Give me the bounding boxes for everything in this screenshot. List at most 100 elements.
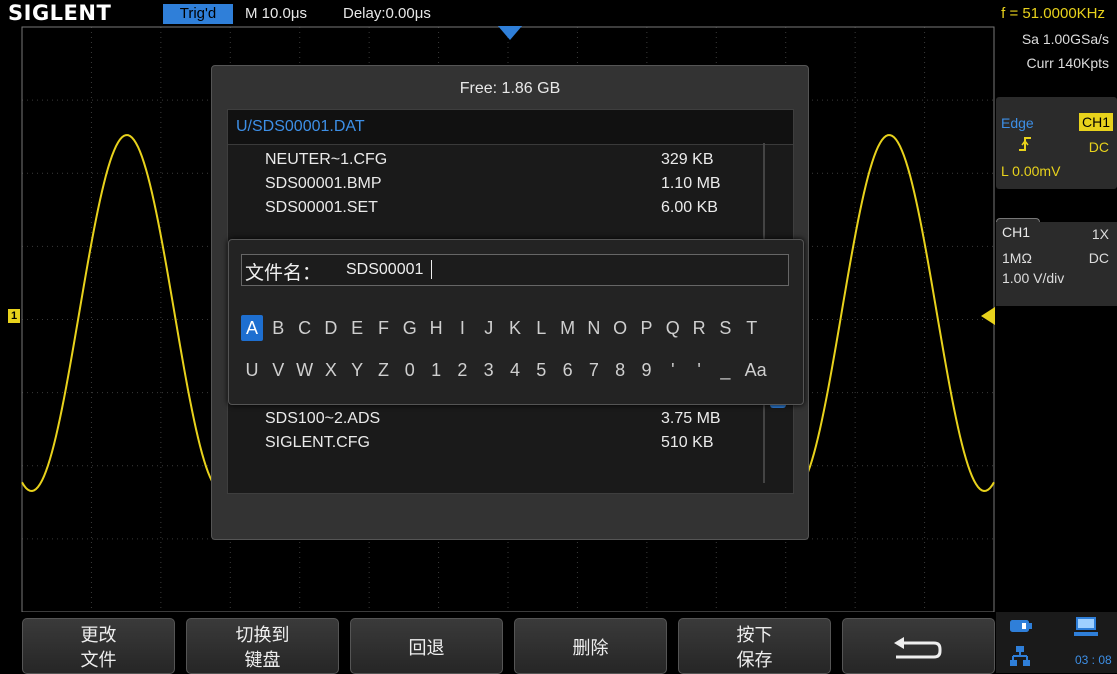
trigger-coupling: DC bbox=[1088, 139, 1109, 155]
key-w[interactable]: W bbox=[294, 357, 316, 383]
key-2[interactable]: 2 bbox=[451, 357, 473, 383]
key-g[interactable]: G bbox=[399, 315, 421, 341]
key-p[interactable]: P bbox=[636, 315, 658, 341]
file-size: 1.10 MB bbox=[661, 175, 721, 192]
key-t[interactable]: T bbox=[741, 315, 763, 341]
key-o[interactable]: O bbox=[609, 315, 631, 341]
key-d[interactable]: D bbox=[320, 315, 342, 341]
filename-input[interactable] bbox=[241, 254, 789, 286]
filename-value: SDS00001 bbox=[346, 261, 424, 278]
file-size: 6.00 KB bbox=[661, 199, 718, 216]
frequency-readout: f = 51.0000KHz bbox=[1001, 5, 1105, 22]
key-j[interactable]: J bbox=[478, 315, 500, 341]
key-8[interactable]: 8 bbox=[609, 357, 631, 383]
monitor-icon bbox=[1074, 617, 1098, 636]
softkey-1[interactable]: 切换到 键盘 bbox=[186, 618, 339, 674]
key-9[interactable]: 9 bbox=[636, 357, 658, 383]
trigger-type: Edge bbox=[1001, 115, 1034, 131]
key-h[interactable]: H bbox=[425, 315, 447, 341]
memory-depth: Curr 140Kpts bbox=[1026, 55, 1109, 71]
key-aa[interactable]: Aa bbox=[741, 357, 771, 383]
ch1-ground-marker[interactable]: 1 bbox=[8, 309, 20, 323]
key-z[interactable]: Z bbox=[373, 357, 395, 383]
file-row[interactable]: SDS00001.SET 6.00 KB bbox=[241, 197, 761, 221]
trigger-status-badge: Trig'd bbox=[163, 4, 233, 24]
key-u[interactable]: U bbox=[241, 357, 263, 383]
timebase-label[interactable]: M 10.0μs bbox=[245, 4, 307, 24]
key-m[interactable]: M bbox=[557, 315, 579, 341]
channel-coupling: DC bbox=[1088, 250, 1109, 266]
file-name: SDS100~2.ADS bbox=[265, 410, 381, 427]
ch1-panel[interactable]: CH1 1X 1MΩ DC 1.00 V/div bbox=[996, 222, 1117, 306]
key-q[interactable]: Q bbox=[662, 315, 684, 341]
key-l[interactable]: L bbox=[530, 315, 552, 341]
key-underscore[interactable]: _ bbox=[714, 357, 736, 383]
network-icon bbox=[1010, 646, 1030, 666]
softkey-label-2: 文件 bbox=[80, 650, 117, 670]
virtual-keyboard-popup: 文件名： SDS00001 ABCDEFGHIJKLMNOPQRST UVWXYZ… bbox=[228, 239, 804, 405]
key-a[interactable]: A bbox=[241, 315, 263, 341]
file-name: SDS00001.BMP bbox=[265, 175, 382, 192]
key-x[interactable]: X bbox=[320, 357, 342, 383]
key-f[interactable]: F bbox=[373, 315, 395, 341]
softkey-label-1: 更改 bbox=[80, 625, 117, 645]
key-k[interactable]: K bbox=[504, 315, 526, 341]
key-5[interactable]: 5 bbox=[530, 357, 552, 383]
file-size: 510 KB bbox=[661, 434, 714, 451]
file-name: NEUTER~1.CFG bbox=[265, 151, 388, 168]
softkey-4[interactable]: 按下 保存 bbox=[678, 618, 831, 674]
delay-label[interactable]: Delay:0.00μs bbox=[343, 4, 431, 24]
key-3[interactable]: 3 bbox=[478, 357, 500, 383]
filename-label: 文件名： bbox=[245, 263, 322, 284]
trigger-source: CH1 bbox=[1078, 113, 1113, 131]
softkey-0[interactable]: 更改 文件 bbox=[22, 618, 175, 674]
rising-edge-icon bbox=[1019, 137, 1031, 151]
key-r[interactable]: R bbox=[688, 315, 710, 341]
trigger-panel[interactable]: Edge CH1 DC L 0.00mV bbox=[996, 97, 1117, 189]
softkey-label: 回退 bbox=[408, 638, 445, 658]
back-button[interactable] bbox=[842, 618, 995, 674]
file-size: 3.75 MB bbox=[661, 410, 721, 427]
key-0[interactable]: 0 bbox=[399, 357, 421, 383]
free-space-label: Free: 1.86 GB bbox=[459, 80, 561, 97]
softkey-label-2: 保存 bbox=[736, 650, 773, 670]
key-apostrophe[interactable]: ' bbox=[688, 357, 710, 383]
file-row[interactable]: NEUTER~1.CFG 329 KB bbox=[241, 149, 761, 173]
file-row[interactable]: SIGLENT.CFG 510 KB bbox=[241, 432, 761, 456]
key-4[interactable]: 4 bbox=[504, 357, 526, 383]
current-path: U/SDS00001.DAT bbox=[228, 110, 793, 145]
input-impedance: 1MΩ bbox=[1002, 250, 1032, 266]
file-row[interactable]: SDS00001.BMP 1.10 MB bbox=[241, 173, 761, 197]
softkey-label-2: 键盘 bbox=[244, 650, 281, 670]
key-1[interactable]: 1 bbox=[425, 357, 447, 383]
file-name: SIGLENT.CFG bbox=[265, 434, 370, 451]
key-e[interactable]: E bbox=[346, 315, 368, 341]
file-size: 329 KB bbox=[661, 151, 714, 168]
key-b[interactable]: B bbox=[267, 315, 289, 341]
key-i[interactable]: I bbox=[451, 315, 473, 341]
softkey-label: 删除 bbox=[572, 638, 609, 658]
key-apostrophe[interactable]: ' bbox=[662, 357, 684, 383]
key-n[interactable]: N bbox=[583, 315, 605, 341]
trigger-level-marker-icon bbox=[981, 307, 995, 325]
key-7[interactable]: 7 bbox=[583, 357, 605, 383]
acquisition-panel: Sa 1.00GSa/s Curr 140Kpts bbox=[996, 27, 1117, 93]
key-v[interactable]: V bbox=[267, 357, 289, 383]
softkey-label-1: 按下 bbox=[736, 625, 773, 645]
vertical-scale: 1.00 V/div bbox=[1002, 270, 1065, 286]
softkey-2[interactable]: 回退 bbox=[350, 618, 503, 674]
brand-logo: SIGLENT bbox=[8, 1, 112, 25]
sample-rate: Sa 1.00GSa/s bbox=[1021, 31, 1109, 47]
key-y[interactable]: Y bbox=[346, 357, 368, 383]
text-cursor bbox=[431, 260, 432, 279]
key-s[interactable]: S bbox=[714, 315, 736, 341]
clock: 03 : 08 bbox=[1075, 653, 1112, 667]
trigger-level: L 0.00mV bbox=[1001, 163, 1061, 179]
softkey-label-1: 切换到 bbox=[235, 625, 290, 645]
trigger-position-marker-icon bbox=[498, 26, 522, 40]
file-row[interactable]: SDS100~2.ADS 3.75 MB bbox=[241, 408, 761, 432]
probe-ratio: 1X bbox=[1091, 226, 1109, 242]
key-6[interactable]: 6 bbox=[557, 357, 579, 383]
softkey-3[interactable]: 删除 bbox=[514, 618, 667, 674]
key-c[interactable]: C bbox=[294, 315, 316, 341]
